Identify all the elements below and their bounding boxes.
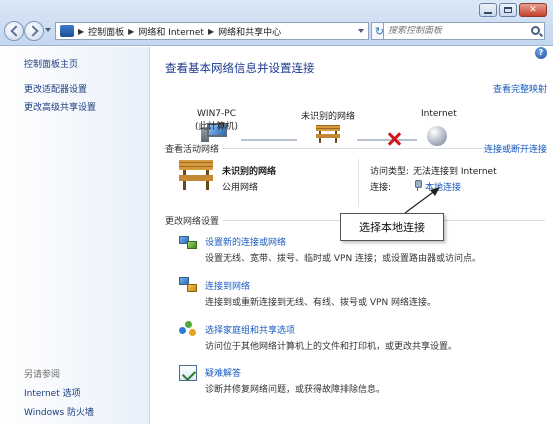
search-input[interactable] bbox=[388, 26, 528, 36]
troubleshoot-link[interactable]: 疑难解答 bbox=[205, 366, 241, 379]
map-connection-line bbox=[241, 139, 297, 141]
search-icon[interactable] bbox=[531, 26, 540, 35]
connect-to-network-desc: 连接到或重新连接到无线、有线、拨号或 VPN 网络连接。 bbox=[205, 298, 437, 308]
troubleshoot-icon bbox=[179, 365, 197, 381]
sidebar-item-control-panel-home[interactable]: 控制面板主页 bbox=[24, 57, 78, 70]
setup-new-connection-link[interactable]: 设置新的连接或网络 bbox=[205, 235, 286, 248]
search-box[interactable] bbox=[383, 22, 545, 40]
setup-new-connection-desc: 设置无线、宽带、拨号、临时或 VPN 连接；或设置路由器或访问点。 bbox=[205, 254, 482, 264]
connect-to-network-link[interactable]: 连接到网络 bbox=[205, 279, 250, 292]
map-node-unidentified-network: 未识别的网络 bbox=[301, 112, 356, 122]
homegroup-sharing-link[interactable]: 选择家庭组和共享选项 bbox=[205, 323, 295, 336]
connections-label: 连接: bbox=[370, 183, 392, 193]
network-type[interactable]: 公用网络 bbox=[222, 180, 258, 193]
sidebar-item-change-adapter-settings[interactable]: 更改适配器设置 bbox=[24, 82, 87, 95]
ethernet-icon bbox=[413, 180, 422, 191]
sidebar-item-change-advanced-sharing[interactable]: 更改高级共享设置 bbox=[24, 100, 96, 113]
minimize-icon bbox=[484, 11, 492, 14]
computer-sublabel: (此计算机) bbox=[195, 122, 239, 132]
connect-disconnect-link[interactable]: 连接或断开连接 bbox=[484, 142, 547, 155]
disconnected-x-icon bbox=[387, 132, 401, 146]
maximize-button[interactable] bbox=[499, 3, 517, 17]
recent-pages-dropdown-icon[interactable] bbox=[45, 28, 51, 32]
maximize-icon bbox=[504, 7, 512, 13]
address-bar[interactable]: ▶ 控制面板 ▶ 网络和 Internet ▶ 网络和共享中心 bbox=[55, 22, 369, 40]
connect-network-icon bbox=[179, 277, 197, 293]
homegroup-icon bbox=[179, 321, 197, 337]
back-button[interactable] bbox=[4, 21, 24, 41]
access-type-value: 无法连接到 Internet bbox=[413, 167, 497, 177]
sidebar: 控制面板主页 更改适配器设置 更改高级共享设置 另请参阅 Internet 选项… bbox=[0, 47, 150, 424]
active-networks-heading: 查看活动网络 bbox=[165, 142, 224, 155]
chevron-right-icon[interactable]: ▶ bbox=[208, 27, 214, 36]
sidebar-item-internet-options[interactable]: Internet 选项 bbox=[24, 386, 81, 399]
vertical-divider bbox=[358, 159, 359, 207]
help-button[interactable]: ? bbox=[535, 47, 547, 59]
internet-globe-icon bbox=[427, 126, 447, 146]
access-type-label: 访问类型: bbox=[370, 167, 410, 177]
window-controls: ✕ bbox=[479, 3, 547, 17]
control-panel-icon bbox=[60, 25, 74, 37]
page-title: 查看基本网络信息并设置连接 bbox=[165, 61, 315, 75]
see-full-map-link[interactable]: 查看完整映射 bbox=[493, 82, 547, 95]
minimize-button[interactable] bbox=[479, 3, 497, 17]
breadcrumb-control-panel[interactable]: 控制面板 bbox=[88, 25, 124, 38]
bench-network-icon bbox=[179, 160, 213, 190]
title-bar: ✕ ▶ 控制面板 ▶ 网络和 Internet ▶ 网络和共享中心 ↻ bbox=[0, 0, 553, 46]
sidebar-item-windows-firewall[interactable]: Windows 防火墙 bbox=[24, 405, 94, 418]
chevron-right-icon[interactable]: ▶ bbox=[128, 27, 134, 36]
change-settings-heading: 更改网络设置 bbox=[165, 214, 224, 227]
bench-network-icon bbox=[316, 125, 340, 143]
address-dropdown-icon[interactable] bbox=[358, 29, 364, 33]
see-also-heading: 另请参阅 bbox=[24, 370, 61, 380]
computer-name: WIN7-PC bbox=[197, 109, 236, 119]
map-node-this-computer: WIN7-PC (此计算机) bbox=[195, 109, 238, 132]
help-icon: ? bbox=[538, 48, 544, 57]
troubleshoot-desc: 诊断并修复网络问题，或获得故障排除信息。 bbox=[205, 385, 386, 395]
forward-button[interactable] bbox=[24, 21, 44, 41]
homegroup-sharing-desc: 访问位于其他网络计算机上的文件和打印机，或更改共享设置。 bbox=[205, 342, 458, 352]
map-node-internet: Internet bbox=[421, 109, 457, 119]
chevron-right-icon[interactable]: ▶ bbox=[78, 27, 84, 36]
breadcrumb-network-internet[interactable]: 网络和 Internet bbox=[138, 25, 204, 38]
local-connection-link[interactable]: 本地连接 bbox=[425, 180, 461, 193]
close-button[interactable]: ✕ bbox=[519, 3, 547, 17]
close-icon: ✕ bbox=[529, 4, 537, 15]
callout-text: 选择本地连接 bbox=[359, 221, 425, 234]
network-setup-icon bbox=[179, 234, 197, 250]
callout-box: 选择本地连接 bbox=[340, 213, 444, 241]
network-name: 未识别的网络 bbox=[222, 167, 277, 177]
breadcrumb-network-sharing-center[interactable]: 网络和共享中心 bbox=[218, 25, 281, 38]
